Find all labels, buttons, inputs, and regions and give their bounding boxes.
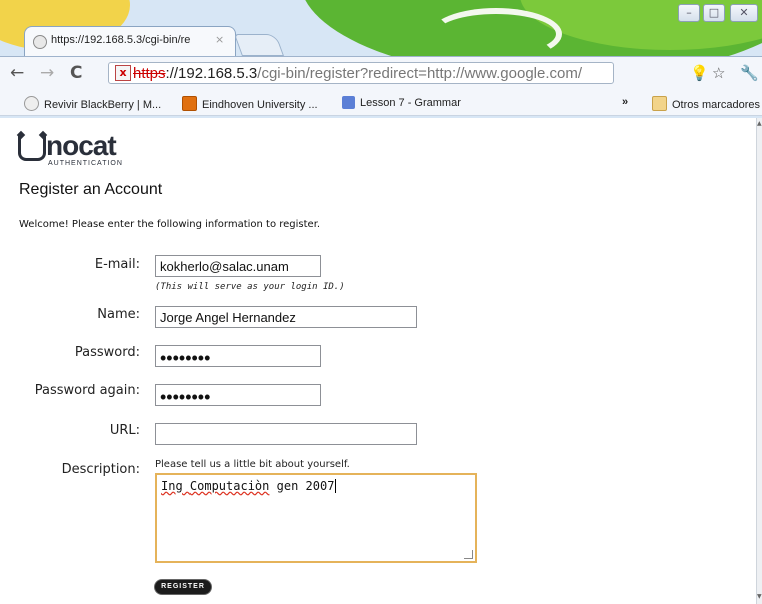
- email-field[interactable]: kokherlo@salac.unam: [155, 255, 321, 277]
- description-text: Ing Computaciòn gen 2007: [161, 479, 337, 493]
- vertical-scrollbar[interactable]: ▲ ▼: [756, 118, 762, 604]
- toolbar: ← → C x https://192.168.5.3/cgi-bin/regi…: [0, 56, 762, 91]
- other-bookmarks[interactable]: Otros marcadores: [652, 96, 760, 111]
- other-bookmarks-label: Otros marcadores: [672, 99, 761, 111]
- browser-tab[interactable]: https://192.168.5.3/cgi-bin/re ×: [24, 26, 236, 56]
- description-word: gen 2007: [269, 479, 335, 493]
- scroll-down-arrow-icon[interactable]: ▼: [757, 593, 762, 600]
- reload-icon[interactable]: C: [70, 63, 82, 83]
- tab-title: https://192.168.5.3/cgi-bin/re: [51, 34, 191, 46]
- description-textarea[interactable]: Ing Computaciòn gen 2007: [155, 473, 477, 563]
- register-button[interactable]: REGISTER: [155, 580, 211, 594]
- description-hint: Please tell us a little bit about yourse…: [155, 459, 350, 470]
- url-protocol: https: [133, 65, 166, 82]
- insecure-warning-icon: x: [115, 65, 131, 81]
- folder-icon: [652, 96, 667, 111]
- eindhoven-icon: [182, 96, 197, 111]
- url-field[interactable]: [155, 423, 417, 445]
- url-text: https://192.168.5.3/cgi-bin/register?red…: [133, 65, 582, 82]
- url-path: /cgi-bin/register?redirect=http://www.go…: [257, 65, 583, 82]
- bookmark-item[interactable]: Lesson 7 - Grammar: [342, 96, 461, 109]
- bookmark-item[interactable]: Eindhoven University ...: [182, 96, 318, 111]
- description-word: Computaciòn: [189, 479, 270, 493]
- scroll-up-arrow-icon[interactable]: ▲: [757, 120, 762, 127]
- password-again-label: Password again:: [34, 383, 140, 398]
- password-field[interactable]: ••••••••: [155, 345, 321, 367]
- bookmarks-overflow-chevron[interactable]: »: [622, 96, 628, 108]
- back-arrow-icon[interactable]: ←: [10, 63, 24, 83]
- logo-word: nocat: [46, 130, 117, 161]
- name-label: Name:: [97, 307, 140, 322]
- close-window-button[interactable]: ✕: [730, 4, 758, 22]
- password-label: Password:: [74, 345, 140, 360]
- text-cursor: [335, 479, 337, 493]
- new-tab-button[interactable]: [233, 34, 285, 56]
- tab-close-icon[interactable]: ×: [215, 33, 224, 46]
- loading-globe-icon: [33, 35, 47, 49]
- theme-decoration: [430, 8, 562, 60]
- page-content: nocat AUTHENTICATION Register an Account…: [0, 118, 756, 604]
- bookmark-label: Lesson 7 - Grammar: [360, 97, 461, 109]
- address-bar[interactable]: x https://192.168.5.3/cgi-bin/register?r…: [108, 62, 614, 84]
- logo-subtitle: AUTHENTICATION: [48, 160, 123, 167]
- minimize-button[interactable]: –: [678, 4, 700, 22]
- browser-chrome: https://192.168.5.3/cgi-bin/re × – □ ✕ ←…: [0, 0, 762, 118]
- wrench-icon[interactable]: 🔧: [740, 64, 759, 82]
- email-hint: (This will serve as your login ID.): [155, 282, 345, 292]
- page-title: Register an Account: [19, 181, 163, 198]
- bookmark-label: Revivir BlackBerry | M...: [44, 99, 162, 111]
- globe-icon: [24, 96, 39, 111]
- nocat-logo: nocat AUTHENTICATION: [18, 130, 158, 170]
- book-icon: [342, 96, 355, 109]
- star-icon[interactable]: ☆: [712, 64, 725, 82]
- resize-handle-icon[interactable]: [464, 550, 473, 559]
- maximize-button[interactable]: □: [703, 4, 725, 22]
- bookmark-item[interactable]: Revivir BlackBerry | M...: [24, 96, 161, 111]
- password-again-field[interactable]: ••••••••: [155, 384, 321, 406]
- lightbulb-icon[interactable]: 💡: [690, 64, 709, 82]
- email-label: E-mail:: [94, 257, 140, 272]
- bookmarks-bar: Revivir BlackBerry | M... Eindhoven Univ…: [0, 91, 762, 116]
- name-field[interactable]: Jorge Angel Hernandez: [155, 306, 417, 328]
- description-label: Description:: [61, 462, 140, 477]
- url-label: URL:: [109, 423, 140, 438]
- bookmark-label: Eindhoven University ...: [202, 99, 318, 111]
- url-host: ://192.168.5.3: [165, 65, 258, 82]
- cat-logo-icon: [18, 136, 46, 161]
- description-word: Ing: [161, 479, 190, 493]
- forward-arrow-icon[interactable]: →: [40, 63, 54, 83]
- welcome-text: Welcome! Please enter the following info…: [19, 219, 321, 230]
